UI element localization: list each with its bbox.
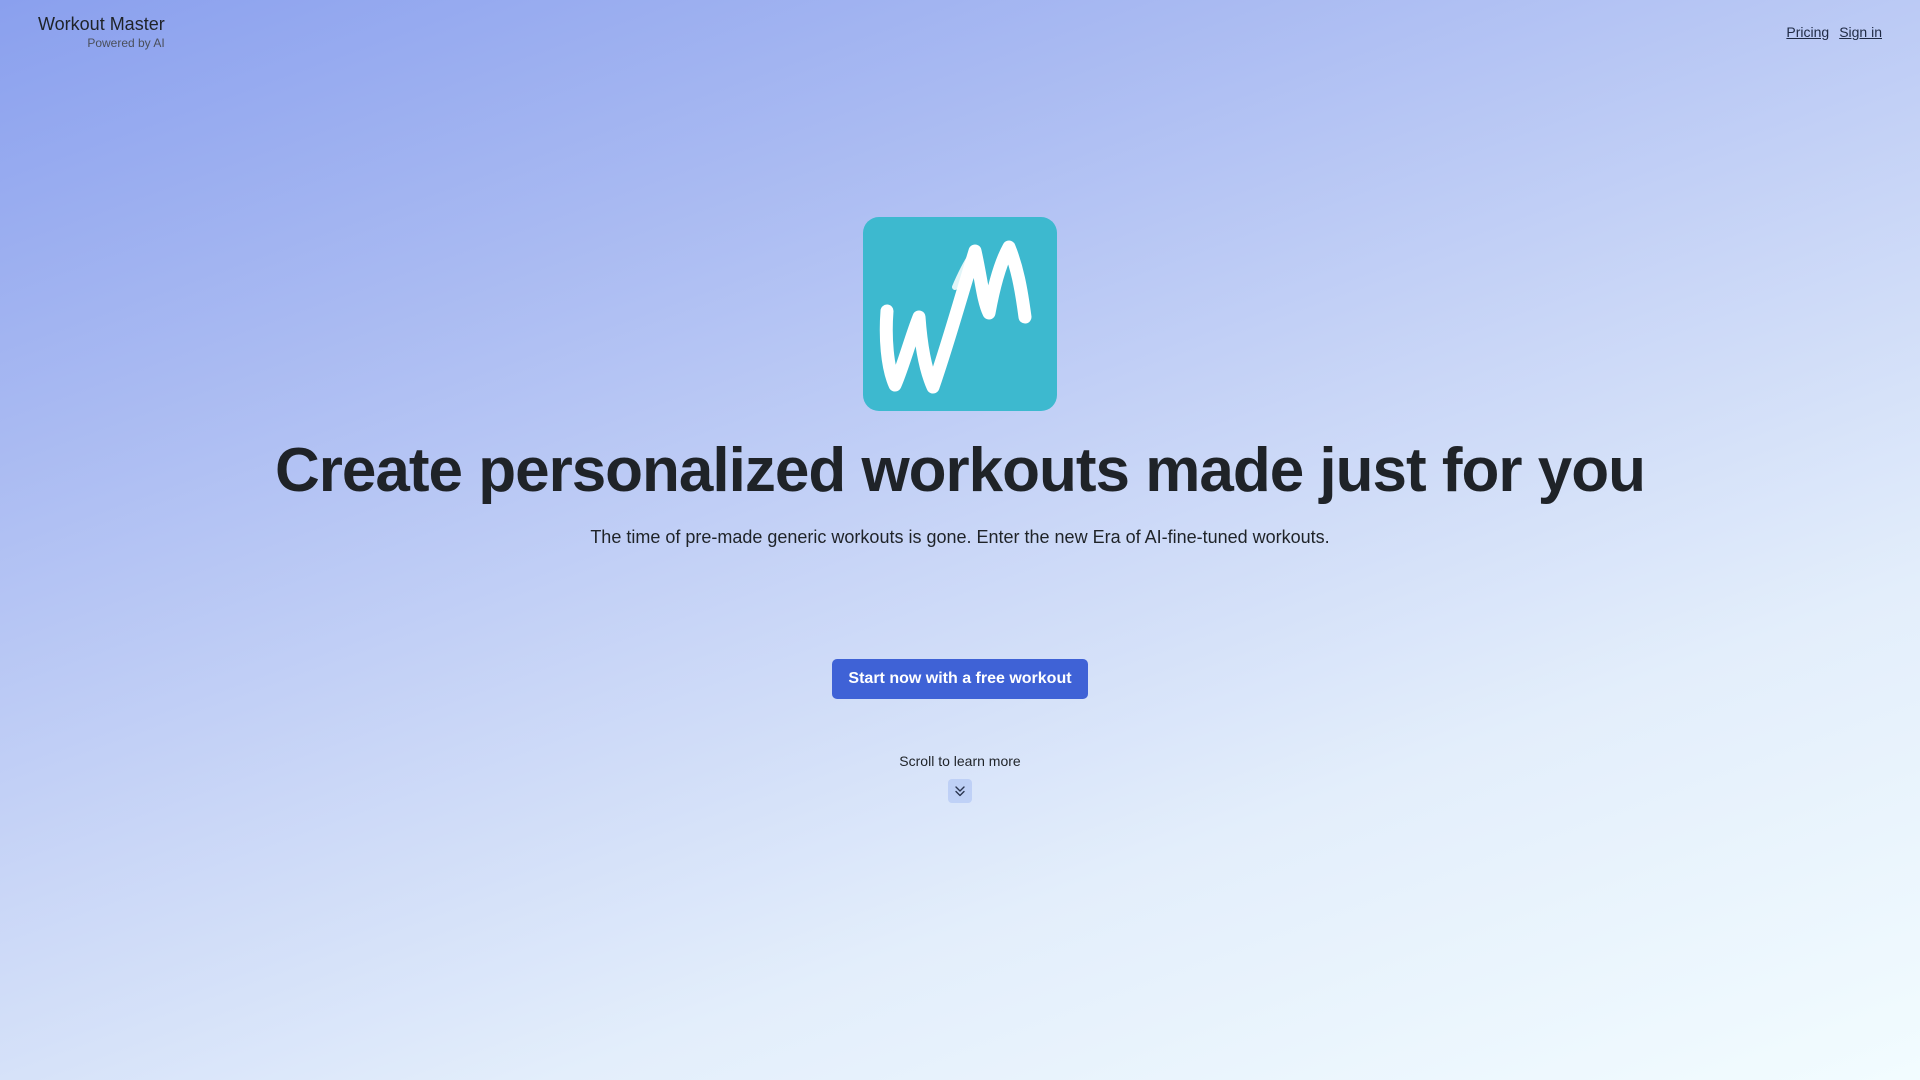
hero-headline: Create personalized workouts made just f… bbox=[275, 436, 1646, 505]
scroll-hint-text: Scroll to learn more bbox=[899, 753, 1021, 769]
brand-name[interactable]: Workout Master bbox=[38, 13, 165, 35]
nav-link-sign-in[interactable]: Sign in bbox=[1839, 24, 1882, 40]
hero-subtitle: The time of pre-made generic workouts is… bbox=[590, 527, 1330, 547]
top-nav: Pricing Sign in bbox=[1786, 24, 1882, 40]
hero-section: Create personalized workouts made just f… bbox=[0, 217, 1920, 803]
wm-brush-logo-icon bbox=[879, 240, 1032, 394]
wm-logo-icon bbox=[863, 217, 1057, 411]
start-free-workout-button[interactable]: Start now with a free workout bbox=[832, 659, 1088, 699]
double-chevron-down-icon[interactable] bbox=[948, 779, 972, 803]
nav-link-pricing[interactable]: Pricing bbox=[1786, 24, 1829, 40]
brand[interactable]: Workout Master Powered by AI bbox=[38, 13, 165, 51]
brand-tagline: Powered by AI bbox=[87, 36, 165, 50]
